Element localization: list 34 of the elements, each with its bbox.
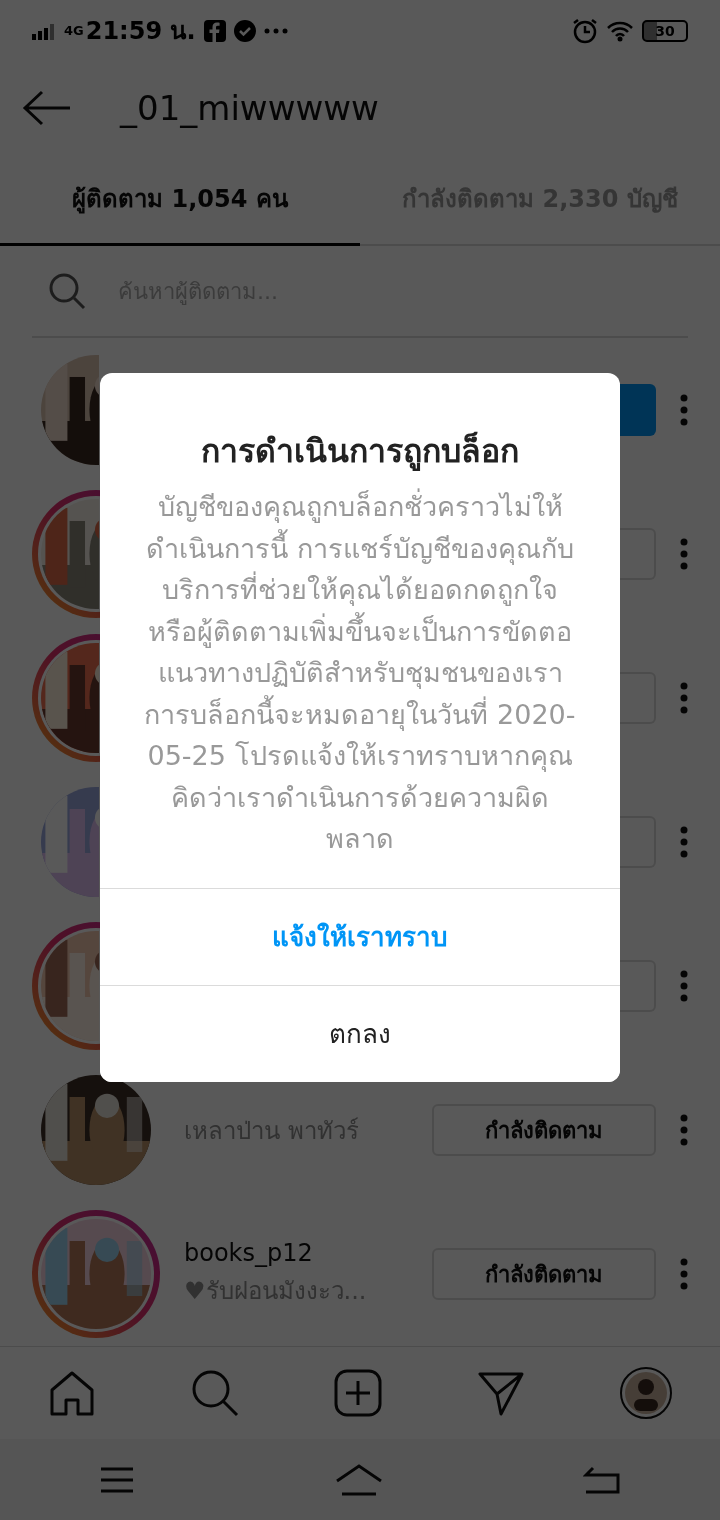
- more-icon[interactable]: [680, 826, 688, 859]
- more-icon[interactable]: [680, 1114, 688, 1147]
- more-dots-icon: [263, 27, 288, 34]
- menu-icon[interactable]: [99, 1466, 136, 1493]
- add-post-icon[interactable]: [333, 1369, 382, 1418]
- signal-icon: [32, 21, 56, 40]
- home-chevron-icon[interactable]: [334, 1462, 384, 1497]
- send-icon[interactable]: [477, 1370, 526, 1417]
- battery-icon: 30: [642, 19, 688, 42]
- dialog-action[interactable]: ตกลง: [100, 984, 620, 1082]
- network-type: 4G: [64, 23, 84, 39]
- status-time: 21:59 น.: [85, 16, 196, 48]
- search-icon[interactable]: [190, 1369, 239, 1418]
- more-icon[interactable]: [680, 682, 688, 715]
- back-button[interactable]: [22, 89, 72, 126]
- dialog-title: การดำเนินการถูกบล็อก: [200, 430, 520, 473]
- profile-avatar[interactable]: [620, 1367, 673, 1420]
- follow-button[interactable]: กำลังติดตาม: [432, 1248, 656, 1301]
- follow-button[interactable]: กำลังติดตาม: [432, 1104, 656, 1157]
- facebook-icon: [203, 19, 226, 42]
- profile-username: _01_miwwwww: [120, 87, 379, 128]
- back-nav-icon[interactable]: [582, 1465, 621, 1494]
- more-icon[interactable]: [680, 1258, 688, 1291]
- wifi-icon: [606, 19, 634, 42]
- username: books_p12: [184, 1238, 314, 1267]
- follow-button[interactable]: [620, 384, 656, 437]
- dialog-message: บัญชีของคุณถูกบล็อกชั่วคราวไม่ให้ดำเนินการนี้ การแชร์บัญชีของคุณกับบริการที่ช่วยให้คุณได้ยอดกดถูกใจหรือผู้ติดตามเพิ่มขึ้นจะเป็นการขัดตอแนวทางปฏิบัติสำหรับชุมชนของเรา การบล็อกนี้จะหมดอายุในวันที่ 2020-05-25 โปรดแจ้งให้เราทราบหากคุณคิดว่าเราดำเนินการด้วยความผิดพลาด: [100, 486, 620, 888]
- more-icon[interactable]: [680, 970, 688, 1003]
- tab[interactable]: ผู้ติดตาม 1,054 คน: [0, 153, 360, 246]
- alarm-icon: [572, 17, 598, 44]
- more-icon[interactable]: [680, 538, 688, 571]
- check-circle-icon: [233, 19, 256, 42]
- search-icon: [48, 272, 86, 311]
- more-icon[interactable]: [680, 394, 688, 427]
